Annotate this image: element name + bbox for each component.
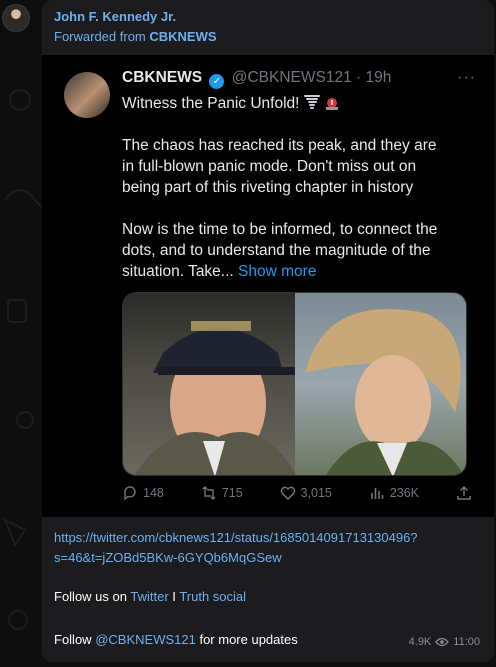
reply-icon	[124, 486, 136, 501]
views-chart-icon	[371, 488, 384, 499]
tweet-link[interactable]: https://twitter.com/cbknews121/status/16…	[54, 528, 418, 568]
retweet-count: 715	[221, 486, 243, 500]
tweet-author-handle[interactable]: @CBKNEWS121	[232, 69, 352, 86]
forwarded-prefix: Forwarded from	[54, 29, 146, 44]
retweet-action[interactable]: 715	[201, 485, 243, 501]
tweet-time[interactable]: 19h	[365, 69, 391, 86]
message-bubble: John F. Kennedy Jr. Forwarded from CBKNE…	[42, 0, 494, 662]
follow-handle-line: Follow @CBKNEWS121 for more updates	[54, 632, 298, 647]
tweet-separator: ·	[356, 69, 362, 86]
sender-name[interactable]: John F. Kennedy Jr.	[54, 9, 176, 24]
views-count: 236K	[389, 486, 420, 500]
forwarded-header[interactable]: Forwarded from CBKNEWS	[54, 29, 217, 44]
tweet-photo-left[interactable]	[123, 293, 308, 475]
message-meta: 4.9K 11:00	[409, 636, 480, 648]
tweet-paragraph-2-line-1: The chaos has reached its peak, and they…	[122, 137, 437, 154]
reply-action[interactable]: 148	[122, 485, 164, 501]
tornado-emoji-icon	[303, 95, 320, 109]
tweet-url-line-2[interactable]: s=46&t=jZOBd5BKw-6GYQb6MqGSew	[54, 550, 282, 565]
tweet-card[interactable]: CBKNEWS ✓ @CBKNEWS121 · 19h ··· Witness …	[42, 55, 494, 517]
views-action[interactable]: 236K	[369, 485, 419, 501]
tweet-paragraph-2-line-2: in full-blown panic mode. Don't miss out…	[122, 158, 417, 175]
tweet-photo-right[interactable]	[294, 293, 466, 475]
tweet-text: Witness the Panic Unfold! The chaos has …	[122, 93, 472, 303]
heart-icon	[280, 486, 295, 500]
tweet-actions: 148 715 3,015 236K	[122, 485, 472, 501]
tweet-paragraph-3-line-1: Now is the time to be informed, to conne…	[122, 221, 438, 238]
forwarded-source[interactable]: CBKNEWS	[149, 29, 216, 44]
tweet-author-avatar[interactable]	[64, 72, 110, 118]
follow-us-line: Follow us on Twitter I Truth social	[54, 589, 246, 604]
tweet-paragraph-3-line-3: situation. Take...	[122, 263, 234, 280]
tweet-paragraph-3-line-2: dots, and to understand the magnitude of…	[122, 242, 431, 259]
reply-count: 148	[143, 486, 164, 500]
verified-badge-icon: ✓	[209, 74, 225, 89]
eye-icon	[435, 637, 450, 647]
follow-label: Follow	[54, 632, 92, 647]
share-action[interactable]	[456, 485, 472, 501]
show-more-link[interactable]: Show more	[238, 263, 316, 280]
updates-label: for more updates	[199, 632, 298, 647]
tweet-url-line-1[interactable]: https://twitter.com/cbknews121/status/16…	[54, 530, 418, 545]
truth-social-link[interactable]: Truth social	[179, 589, 246, 604]
siren-emoji-icon	[326, 98, 339, 110]
link-divider: I	[172, 589, 176, 604]
like-count: 3,015	[300, 486, 332, 500]
message-views: 4.9K	[408, 636, 432, 648]
tweet-media[interactable]	[122, 292, 467, 476]
follow-us-label: Follow us on	[54, 589, 127, 604]
tweet-headline: Witness the Panic Unfold!	[122, 95, 300, 112]
more-options-icon[interactable]: ···	[457, 69, 476, 87]
share-icon	[457, 485, 471, 500]
twitter-link[interactable]: Twitter	[130, 589, 168, 604]
handle-link[interactable]: @CBKNEWS121	[95, 632, 196, 647]
message-time: 11:00	[453, 636, 480, 648]
retweet-icon	[202, 486, 216, 500]
tweet-author-name[interactable]: CBKNEWS	[122, 69, 202, 86]
like-action[interactable]: 3,015	[280, 485, 332, 501]
tweet-header: CBKNEWS ✓ @CBKNEWS121 · 19h	[122, 69, 391, 89]
tweet-paragraph-2-line-3: being part of this riveting chapter in h…	[122, 179, 414, 196]
sender-avatar[interactable]	[2, 4, 30, 32]
